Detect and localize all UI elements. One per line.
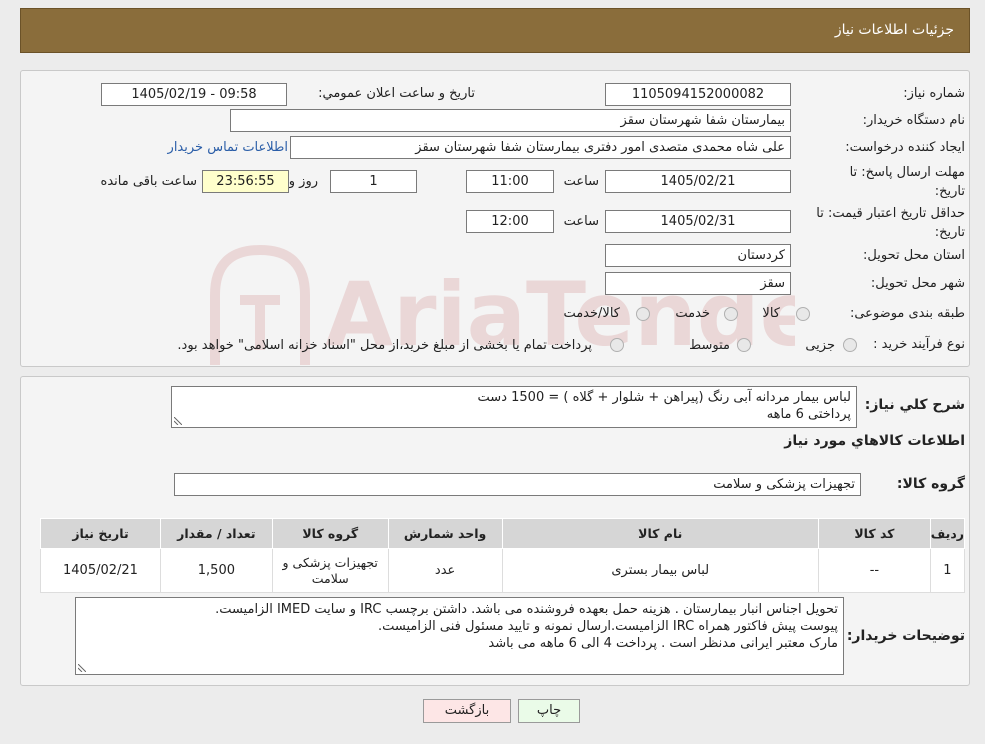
validity-time-field: 12:00 [466, 210, 554, 233]
goods-group-field: تجهیزات پزشکی و سلامت [174, 473, 861, 496]
category-both-label: کالا/خدمت [563, 306, 620, 321]
city-label: شهر محل تحویل: [870, 276, 965, 291]
table-row[interactable]: 1 -- لباس بیمار بستری عدد تجهیزات پزشکی … [40, 548, 966, 593]
days-field: 1 [330, 170, 417, 193]
remaining-time-field: 23:56:55 [202, 170, 289, 193]
cell-qty: 1,500 [159, 548, 273, 593]
cell-date: 1405/02/21 [40, 548, 161, 593]
notes-line-2: پیوست پیش فاکتور همراه IRC الزامیست.ارسا… [378, 619, 838, 634]
notes-line-3: مارک معتبر ایرانی مدنظر است . پرداخت 4 ا… [488, 636, 838, 651]
deadline-date-field: 1405/02/21 [605, 170, 791, 193]
province-label: استان محل تحویل: [863, 248, 965, 263]
process-note: پرداخت تمام یا بخشی از مبلغ خرید،از محل … [177, 338, 592, 353]
goods-table: ردیف کد کالا نام کالا واحد شمارش گروه کا… [40, 518, 966, 593]
category-service-label: خدمت [675, 306, 710, 321]
page-title: جزئیات اطلاعات نیاز [834, 22, 954, 38]
requester-label: ایجاد کننده درخواست: [845, 140, 965, 155]
days-label: روز و [288, 174, 318, 189]
announce-label: تاریخ و ساعت اعلان عمومي: [318, 86, 475, 101]
cell-group: تجهیزات پزشکی و سلامت [271, 548, 389, 593]
col-row: ردیف [929, 518, 966, 549]
requester-field: علی شاه محمدی متصدی امور دفتری بیمارستان… [290, 136, 791, 159]
validity-time-label: ساعت [563, 214, 599, 229]
city-field: سقز [605, 272, 791, 295]
category-label: طبقه بندی موضوعی: [849, 306, 965, 321]
process-label: نوع فرآیند خرید : [873, 337, 965, 352]
back-button[interactable]: بازگشت [423, 699, 511, 723]
remaining-time-label: ساعت باقی مانده [100, 174, 197, 189]
category-goods-label: کالا [762, 306, 780, 321]
goods-info-title: اطلاعات کالاهاي مورد نياز [784, 433, 965, 449]
buyer-notes-label: توضیحات خریدار: [846, 628, 965, 644]
summary-textarea[interactable]: لباس بیمار مردانه آبی رنگ (پیراهن + شلوا… [171, 386, 857, 428]
category-goods-radio[interactable] [796, 307, 810, 321]
deadline-label: مهلت ارسال پاسخ: تا [849, 165, 965, 180]
col-name: نام کالا [501, 518, 819, 549]
category-both-radio[interactable] [636, 307, 650, 321]
col-code: کد کالا [817, 518, 931, 549]
validity-label-2: تاریخ: [934, 225, 965, 240]
buyer-notes-textarea[interactable]: تحویل اجناس انبار بیمارستان . هزینه حمل … [75, 597, 844, 675]
province-field: کردستان [605, 244, 791, 267]
print-button[interactable]: چاپ [518, 699, 580, 723]
cell-unit: عدد [387, 548, 503, 593]
category-service-radio[interactable] [724, 307, 738, 321]
validity-label: حداقل تاریخ اعتبار قیمت: تا [816, 206, 965, 221]
process-medium-label: متوسط [689, 338, 730, 353]
cell-row: 1 [929, 548, 966, 593]
summary-line-1: لباس بیمار مردانه آبی رنگ (پیراهن + شلوا… [477, 390, 851, 405]
process-treasury-radio[interactable] [610, 338, 624, 352]
deadline-label-2: تاریخ: [934, 184, 965, 199]
cell-code: -- [817, 548, 931, 593]
notes-line-1: تحویل اجناس انبار بیمارستان . هزینه حمل … [215, 602, 838, 617]
col-unit: واحد شمارش [387, 518, 503, 549]
col-qty: تعداد / مقدار [159, 518, 273, 549]
buyer-contact-link[interactable]: اطلاعات تماس خریدار [168, 140, 288, 155]
process-partial-label: جزیی [805, 338, 835, 353]
buyer-org-label: نام دستگاه خریدار: [862, 113, 965, 128]
need-number-label: شماره نیاز: [903, 86, 965, 101]
announce-field: 1405/02/19 - 09:58 [101, 83, 287, 106]
validity-date-field: 1405/02/31 [605, 210, 791, 233]
deadline-time-field: 11:00 [466, 170, 554, 193]
cell-name: لباس بیمار بستری [501, 548, 819, 593]
col-date: تاریخ نیاز [40, 518, 161, 549]
col-group: گروه کالا [271, 518, 389, 549]
process-medium-radio[interactable] [737, 338, 751, 352]
goods-group-label: گروه کالا: [896, 476, 965, 492]
summary-line-2: پرداختی 6 ماهه [766, 407, 851, 422]
need-number-field: 1105094152000082 [605, 83, 791, 106]
deadline-time-label: ساعت [563, 174, 599, 189]
page-header: جزئیات اطلاعات نیاز [20, 8, 970, 53]
table-header-row: ردیف کد کالا نام کالا واحد شمارش گروه کا… [40, 518, 966, 549]
process-partial-radio[interactable] [843, 338, 857, 352]
resize-grip-icon[interactable] [174, 417, 182, 425]
summary-label: شرح کلي نياز: [864, 397, 965, 413]
resize-grip-icon[interactable] [78, 664, 86, 672]
buyer-org-field: بیمارستان شفا شهرستان سقز [230, 109, 791, 132]
